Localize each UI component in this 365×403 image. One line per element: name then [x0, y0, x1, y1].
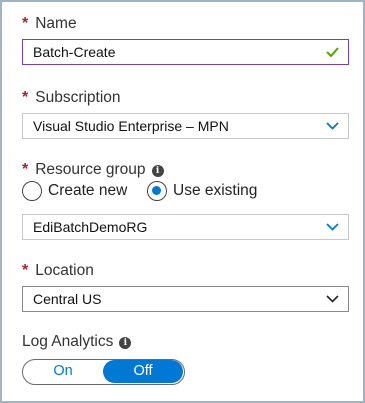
required-mark: * — [22, 262, 29, 279]
radio-create-new[interactable]: Create new — [22, 181, 127, 201]
location-select[interactable]: Central US — [22, 286, 349, 312]
resource-group-dropdown[interactable]: EdiBatchDemoRG — [22, 214, 349, 240]
resource-group-radio-group: Create new Use existing — [22, 181, 352, 205]
name-input[interactable]: Batch-Create — [22, 39, 349, 65]
subscription-dropdown[interactable]: Visual Studio Enterprise – MPN — [22, 113, 349, 139]
toggle-off-option[interactable]: Off — [103, 360, 183, 383]
required-mark: * — [22, 89, 29, 106]
radio-create-new-label[interactable]: Create new — [48, 182, 127, 200]
info-icon[interactable]: i — [119, 337, 132, 349]
toggle-on-option[interactable]: On — [23, 360, 103, 383]
chevron-down-icon[interactable] — [326, 121, 339, 131]
required-mark: * — [22, 15, 29, 32]
log-analytics-toggle[interactable]: On Off — [22, 359, 185, 385]
radio-use-existing-label[interactable]: Use existing — [173, 182, 257, 200]
resource-group-value: EdiBatchDemoRG — [33, 219, 148, 235]
name-input-value[interactable]: Batch-Create — [33, 44, 115, 60]
name-label: * Name — [22, 15, 77, 32]
required-mark: * — [22, 161, 29, 178]
location-value: Central US — [33, 291, 102, 307]
log-analytics-label: Log Analytics i — [22, 333, 132, 351]
radio-circle[interactable] — [22, 181, 42, 201]
resource-group-label: * Resource group i — [22, 161, 164, 179]
location-label: * Location — [22, 262, 94, 279]
chevron-down-icon[interactable] — [326, 294, 339, 304]
subscription-value: Visual Studio Enterprise – MPN — [33, 118, 229, 134]
radio-circle-selected[interactable] — [147, 181, 167, 201]
subscription-label: * Subscription — [22, 89, 121, 106]
check-icon — [326, 47, 339, 57]
chevron-down-icon[interactable] — [326, 222, 339, 232]
radio-use-existing[interactable]: Use existing — [147, 181, 257, 201]
info-icon[interactable]: i — [151, 165, 164, 177]
